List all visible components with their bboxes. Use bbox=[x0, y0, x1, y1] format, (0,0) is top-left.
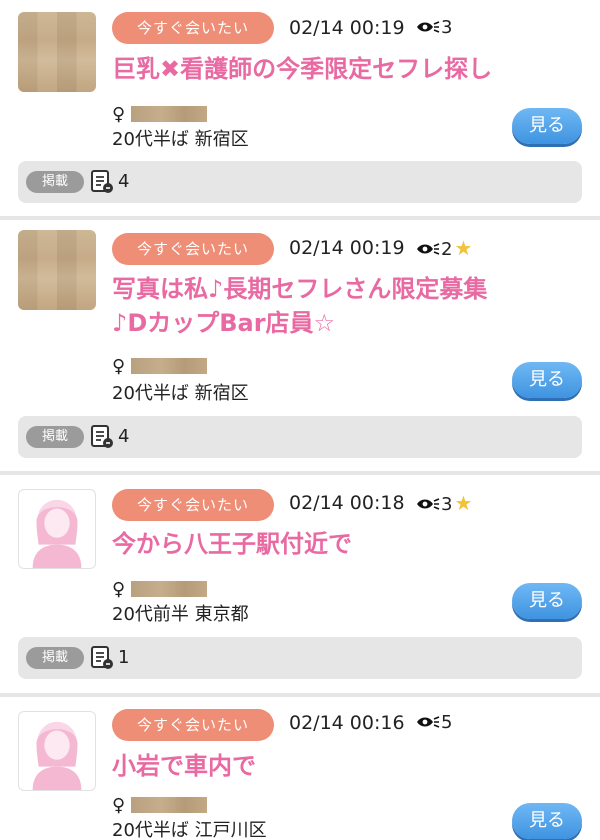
default-avatar[interactable] bbox=[18, 489, 96, 569]
post-timestamp: 02/14 00:18 bbox=[289, 492, 405, 514]
censored-username bbox=[131, 797, 208, 813]
eye-icon bbox=[417, 243, 440, 255]
censored-username bbox=[131, 581, 208, 597]
listing-tag: 掲載 bbox=[26, 647, 84, 669]
post-title-line: 今から八王子駅付近で bbox=[112, 530, 352, 558]
post-title-line: ♪DカップBar店員☆ bbox=[112, 309, 336, 337]
female-avatar-icon bbox=[32, 499, 82, 568]
view-button[interactable]: 見る bbox=[512, 108, 582, 144]
post-feed: 今すぐ会いたい 02/14 00:19 3 巨乳✖看護師の今季限定セフレ探し ♀… bbox=[0, 0, 600, 840]
document-icon bbox=[91, 425, 113, 448]
user-name: ♀ bbox=[112, 579, 208, 601]
default-avatar[interactable] bbox=[18, 711, 96, 791]
listing-tag: 掲載 bbox=[26, 171, 84, 193]
age-location: 20代半ば 江戸川区 bbox=[112, 820, 267, 840]
female-avatar-icon bbox=[32, 721, 82, 790]
document-icon bbox=[91, 170, 113, 193]
view-count: 2 ★ bbox=[416, 234, 472, 264]
view-count: 5 bbox=[416, 709, 452, 737]
status-badge: 今すぐ会いたい bbox=[112, 489, 274, 521]
view-button[interactable]: 見る bbox=[512, 362, 582, 398]
status-badge: 今すぐ会いたい bbox=[112, 12, 274, 44]
view-count-value: 3 bbox=[441, 494, 453, 515]
age-location: 20代前半 東京都 bbox=[112, 604, 249, 625]
female-icon: ♀ bbox=[112, 104, 126, 125]
female-icon: ♀ bbox=[112, 356, 126, 377]
female-icon: ♀ bbox=[112, 795, 126, 816]
user-name: ♀ bbox=[112, 104, 208, 126]
post-title-line: 小岩で車内で bbox=[112, 752, 256, 780]
censored-username bbox=[131, 106, 208, 122]
star-icon: ★ bbox=[454, 491, 473, 515]
listing-tag: 掲載 bbox=[26, 426, 84, 448]
profile-photo[interactable] bbox=[18, 12, 96, 92]
female-icon: ♀ bbox=[112, 579, 126, 600]
listing-bar: 掲載 1 bbox=[18, 637, 582, 679]
listing-count: 4 bbox=[118, 171, 130, 192]
eye-icon bbox=[417, 716, 440, 728]
post-card[interactable]: 今すぐ会いたい 02/14 00:19 2 ★ 写真は私♪長期セフレさん限定募集 … bbox=[0, 220, 600, 474]
post-card[interactable]: 今すぐ会いたい 02/14 00:16 5 小岩で車内で ♀ 20代半ば 江戸川… bbox=[0, 697, 600, 840]
listing-count: 1 bbox=[118, 647, 130, 668]
view-count: 3 ★ bbox=[416, 489, 472, 519]
status-badge: 今すぐ会いたい bbox=[112, 709, 274, 741]
post-card[interactable]: 今すぐ会いたい 02/14 00:19 3 巨乳✖看護師の今季限定セフレ探し ♀… bbox=[0, 0, 600, 220]
post-title[interactable]: 写真は私♪長期セフレさん限定募集 ♪DカップBar店員☆ bbox=[112, 272, 582, 340]
view-button[interactable]: 見る bbox=[512, 583, 582, 619]
user-name: ♀ bbox=[112, 356, 208, 378]
post-timestamp: 02/14 00:19 bbox=[289, 237, 405, 259]
star-icon: ★ bbox=[454, 236, 473, 260]
view-count-value: 2 bbox=[441, 239, 453, 260]
view-button[interactable]: 見る bbox=[512, 803, 582, 839]
post-timestamp: 02/14 00:19 bbox=[289, 17, 405, 39]
status-badge: 今すぐ会いたい bbox=[112, 233, 274, 265]
post-title[interactable]: 巨乳✖看護師の今季限定セフレ探し bbox=[112, 52, 582, 86]
post-title-line: 写真は私♪長期セフレさん限定募集 bbox=[112, 275, 488, 303]
censored-username bbox=[131, 358, 208, 374]
age-location: 20代半ば 新宿区 bbox=[112, 383, 249, 404]
listing-bar: 掲載 4 bbox=[18, 161, 582, 203]
listing-count: 4 bbox=[118, 426, 130, 447]
document-icon bbox=[91, 646, 113, 669]
eye-icon bbox=[417, 498, 440, 510]
eye-icon bbox=[417, 21, 440, 33]
view-count-value: 3 bbox=[441, 17, 453, 38]
profile-photo[interactable] bbox=[18, 230, 96, 310]
post-timestamp: 02/14 00:16 bbox=[289, 712, 405, 734]
post-title[interactable]: 今から八王子駅付近で bbox=[112, 527, 582, 561]
view-count: 3 bbox=[416, 14, 452, 42]
user-name: ♀ bbox=[112, 795, 208, 817]
view-count-value: 5 bbox=[441, 712, 453, 733]
age-location: 20代半ば 新宿区 bbox=[112, 129, 249, 150]
post-title[interactable]: 小岩で車内で bbox=[112, 749, 582, 783]
listing-bar: 掲載 4 bbox=[18, 416, 582, 458]
post-title-line: 巨乳✖看護師の今季限定セフレ探し bbox=[112, 55, 493, 83]
post-card[interactable]: 今すぐ会いたい 02/14 00:18 3 ★ 今から八王子駅付近で ♀ 20代前… bbox=[0, 475, 600, 697]
